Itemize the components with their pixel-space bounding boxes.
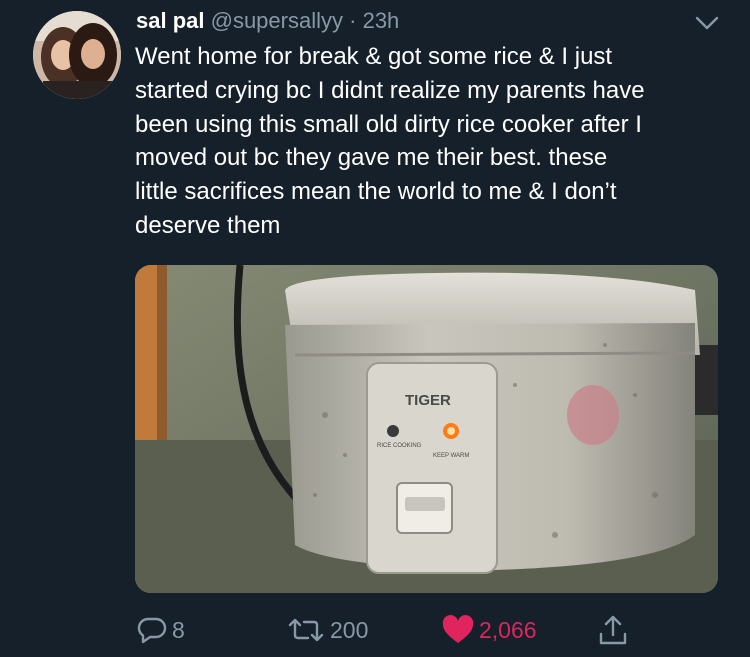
reply-icon [137, 617, 167, 644]
display-name[interactable]: sal pal [136, 8, 204, 33]
reply-count: 8 [172, 616, 185, 643]
tweet-text: Went home for break & got some rice & I … [135, 43, 645, 239]
tweet-actions: 8 200 2,066 [0, 610, 750, 650]
tweet: sal pal @supersallyy · 23h Went home for… [0, 0, 750, 657]
heart-icon [442, 615, 474, 643]
timestamp[interactable]: 23h [363, 8, 400, 33]
chevron-down-icon[interactable] [694, 12, 720, 34]
retweet-count: 200 [330, 616, 369, 643]
reply-button[interactable]: 8 [136, 610, 185, 650]
retweet-button[interactable]: 200 [286, 610, 368, 650]
like-button[interactable]: 2,066 [441, 610, 537, 650]
retweet-icon [288, 618, 324, 642]
rice-cooking-label: RICE COOKING [377, 443, 422, 449]
keep-warm-label: KEEP WARM [433, 453, 469, 459]
share-button[interactable] [597, 610, 629, 650]
like-count: 2,066 [479, 616, 537, 643]
separator: · [349, 8, 357, 33]
brand-label: TIGER [405, 392, 451, 409]
tweet-header: sal pal @supersallyy · 23h [136, 6, 399, 36]
handle[interactable]: @supersallyy [211, 8, 343, 33]
share-icon [599, 615, 627, 645]
avatar[interactable] [33, 11, 121, 99]
tweet-photo[interactable]: TIGER RICE COOKING KEEP WARM [135, 265, 718, 593]
